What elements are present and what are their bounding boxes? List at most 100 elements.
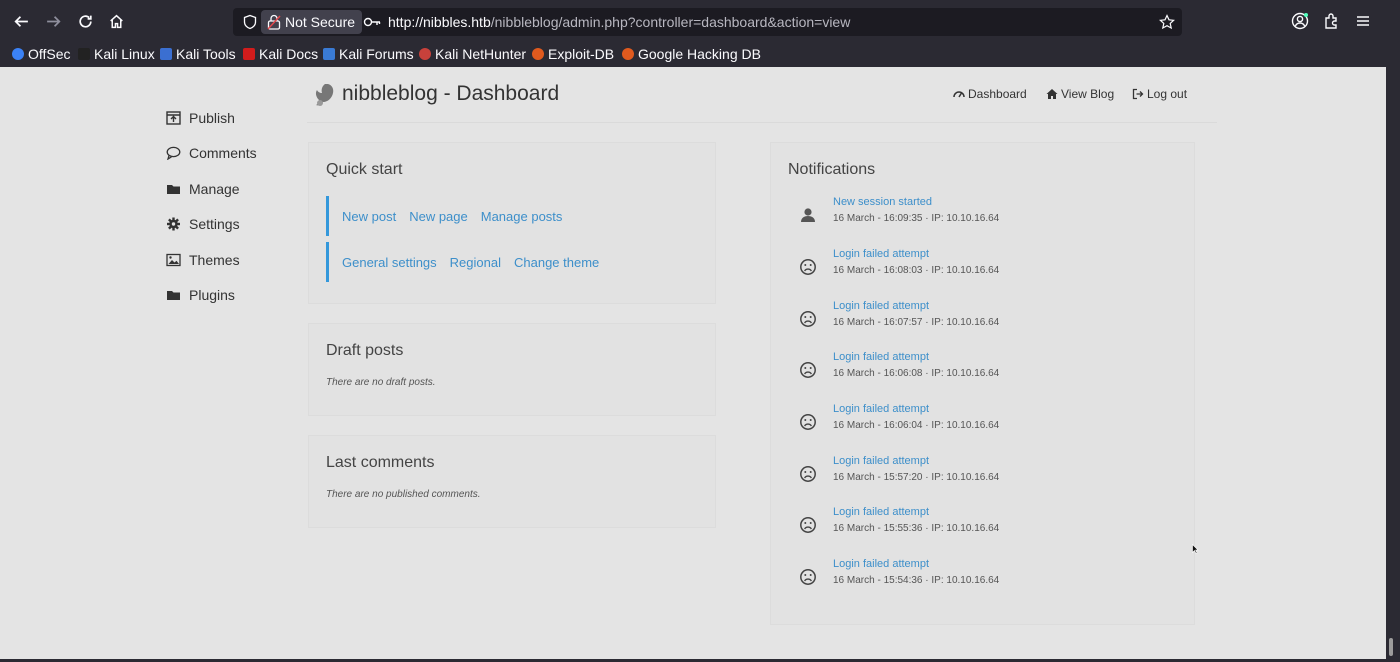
menu-icon[interactable] (1354, 12, 1372, 30)
kali-docs-favicon-icon (243, 48, 255, 60)
address-bar[interactable]: Not Secure http://nibbles.htb/nibbleblog… (233, 8, 1182, 36)
notification-item: New session started 16 March - 16:09:35 … (771, 196, 1191, 240)
quick-start-row-settings: General settings Regional Change theme (326, 242, 612, 282)
notification-meta: 16 March - 16:09:35 · IP: 10.10.16.64 (833, 213, 1000, 224)
bookmark-offsec[interactable]: OffSec (12, 45, 71, 63)
sidebar-item-comments[interactable]: Comments (166, 142, 257, 164)
notification-title[interactable]: Login failed attempt (833, 248, 929, 260)
gauge-icon (953, 91, 965, 98)
sidebar-item-label: Settings (189, 216, 240, 232)
url-text[interactable]: http://nibbles.htb/nibbleblog/admin.php?… (388, 8, 850, 36)
url-path: /nibbleblog/admin.php?controller=dashboa… (490, 14, 851, 30)
notification-meta: 16 March - 16:06:08 · IP: 10.10.16.64 (833, 368, 1000, 379)
url-host: http://nibbles.htb (388, 14, 491, 30)
notification-item: Login failed attempt 16 March - 16:06:04… (771, 403, 1191, 447)
bookmarks-toolbar: OffSec Kali Linux Kali Tools Kali Docs K… (0, 42, 1400, 67)
key-icon[interactable] (363, 15, 381, 29)
account-icon[interactable] (1291, 12, 1309, 30)
ghdb-favicon-icon (622, 48, 634, 60)
sidebar-item-label: Manage (189, 181, 240, 197)
bookmark-google-hacking-db[interactable]: Google Hacking DB (622, 45, 761, 63)
general-settings-link[interactable]: General settings (342, 255, 437, 270)
bookmark-star-icon[interactable] (1159, 14, 1175, 30)
frown-icon (800, 414, 816, 430)
bookmark-kali-tools[interactable]: Kali Tools (160, 45, 236, 63)
draft-posts-title: Draft posts (326, 342, 404, 359)
header-divider (307, 122, 1217, 123)
home-icon (1046, 89, 1058, 99)
bookmark-kali-nethunter[interactable]: Kali NetHunter (419, 45, 526, 63)
sidebar-item-plugins[interactable]: Plugins (166, 284, 235, 306)
reload-button[interactable] (75, 11, 95, 31)
browser-toolbar: Not Secure http://nibbles.htb/nibbleblog… (0, 0, 1400, 42)
gear-icon (167, 217, 180, 231)
notification-title[interactable]: Login failed attempt (833, 558, 929, 570)
manage-posts-link[interactable]: Manage posts (481, 209, 563, 224)
mouse-cursor-icon (1192, 544, 1199, 554)
kali-tools-favicon-icon (160, 48, 172, 60)
kali-nethunter-favicon-icon (419, 48, 431, 60)
scrollbar-thumb[interactable] (1389, 638, 1393, 656)
logout-icon (1132, 88, 1144, 100)
reload-icon (78, 14, 92, 28)
notification-item: Login failed attempt 16 March - 15:57:20… (771, 455, 1191, 499)
dashboard-link[interactable]: Dashboard (953, 87, 1027, 101)
forward-button[interactable] (43, 11, 63, 31)
home-icon (109, 14, 123, 28)
change-theme-link[interactable]: Change theme (514, 255, 599, 270)
notification-title[interactable]: Login failed attempt (833, 300, 929, 312)
sidebar-item-manage[interactable]: Manage (166, 178, 240, 200)
shield-icon[interactable] (242, 14, 258, 30)
back-arrow-icon (13, 15, 28, 27)
last-comments-empty-message: There are no published comments. (326, 489, 481, 500)
publish-icon (166, 111, 181, 125)
notifications-title: Notifications (788, 161, 876, 178)
bookmark-kali-forums[interactable]: Kali Forums (323, 45, 414, 63)
notification-meta: 16 March - 16:06:04 · IP: 10.10.16.64 (833, 420, 1000, 431)
new-page-link[interactable]: New page (409, 209, 468, 224)
view-blog-link[interactable]: View Blog (1046, 87, 1114, 101)
notification-title[interactable]: Login failed attempt (833, 351, 929, 363)
notification-item: Login failed attempt 16 March - 16:07:57… (771, 300, 1191, 344)
draft-posts-empty-message: There are no draft posts. (326, 377, 436, 388)
notifications-panel: Notifications New session started 16 Mar… (770, 142, 1195, 625)
page-content: Publish Comments Manage Settings Themes … (0, 67, 1386, 659)
sidebar-item-publish[interactable]: Publish (166, 107, 235, 129)
frown-icon (800, 311, 816, 327)
frown-icon (800, 517, 816, 533)
frown-icon (800, 466, 816, 482)
notification-meta: 16 March - 15:57:20 · IP: 10.10.16.64 (833, 472, 1000, 483)
notification-item: Login failed attempt 16 March - 16:08:03… (771, 248, 1191, 292)
folder-icon (167, 291, 180, 300)
not-secure-badge[interactable]: Not Secure (261, 10, 363, 34)
notification-title[interactable]: Login failed attempt (833, 403, 929, 415)
frown-icon (800, 569, 816, 585)
last-comments-title: Last comments (326, 454, 435, 471)
sidebar-item-label: Comments (189, 145, 257, 161)
new-post-link[interactable]: New post (342, 209, 396, 224)
broken-lock-icon (267, 14, 281, 30)
bookmark-kali-docs[interactable]: Kali Docs (243, 45, 318, 63)
sidebar-item-settings[interactable]: Settings (166, 213, 240, 235)
quick-start-row-posts: New post New page Manage posts (326, 196, 575, 236)
notification-meta: 16 March - 15:54:36 · IP: 10.10.16.64 (833, 575, 1000, 586)
notification-meta: 16 March - 15:55:36 · IP: 10.10.16.64 (833, 523, 1000, 534)
sidebar-item-themes[interactable]: Themes (166, 249, 240, 271)
notification-title[interactable]: Login failed attempt (833, 506, 929, 518)
kali-forums-favicon-icon (323, 48, 335, 60)
browser-chrome: Not Secure http://nibbles.htb/nibbleblog… (0, 0, 1400, 67)
nibbleblog-logo-icon (315, 84, 334, 106)
notification-title[interactable]: New session started (833, 196, 932, 208)
extensions-icon[interactable] (1323, 12, 1341, 30)
notification-title[interactable]: Login failed attempt (833, 455, 929, 467)
folder-icon (167, 185, 180, 194)
notification-item: Login failed attempt 16 March - 15:54:36… (771, 558, 1191, 602)
bookmark-exploit-db[interactable]: Exploit-DB (532, 45, 614, 63)
forward-arrow-icon (46, 15, 61, 27)
regional-link[interactable]: Regional (450, 255, 501, 270)
log-out-link[interactable]: Log out (1132, 87, 1187, 101)
back-button[interactable] (11, 11, 31, 31)
bookmark-kali-linux[interactable]: Kali Linux (78, 45, 155, 63)
home-button[interactable] (106, 11, 126, 31)
scrollbar-track[interactable] (1386, 67, 1400, 662)
